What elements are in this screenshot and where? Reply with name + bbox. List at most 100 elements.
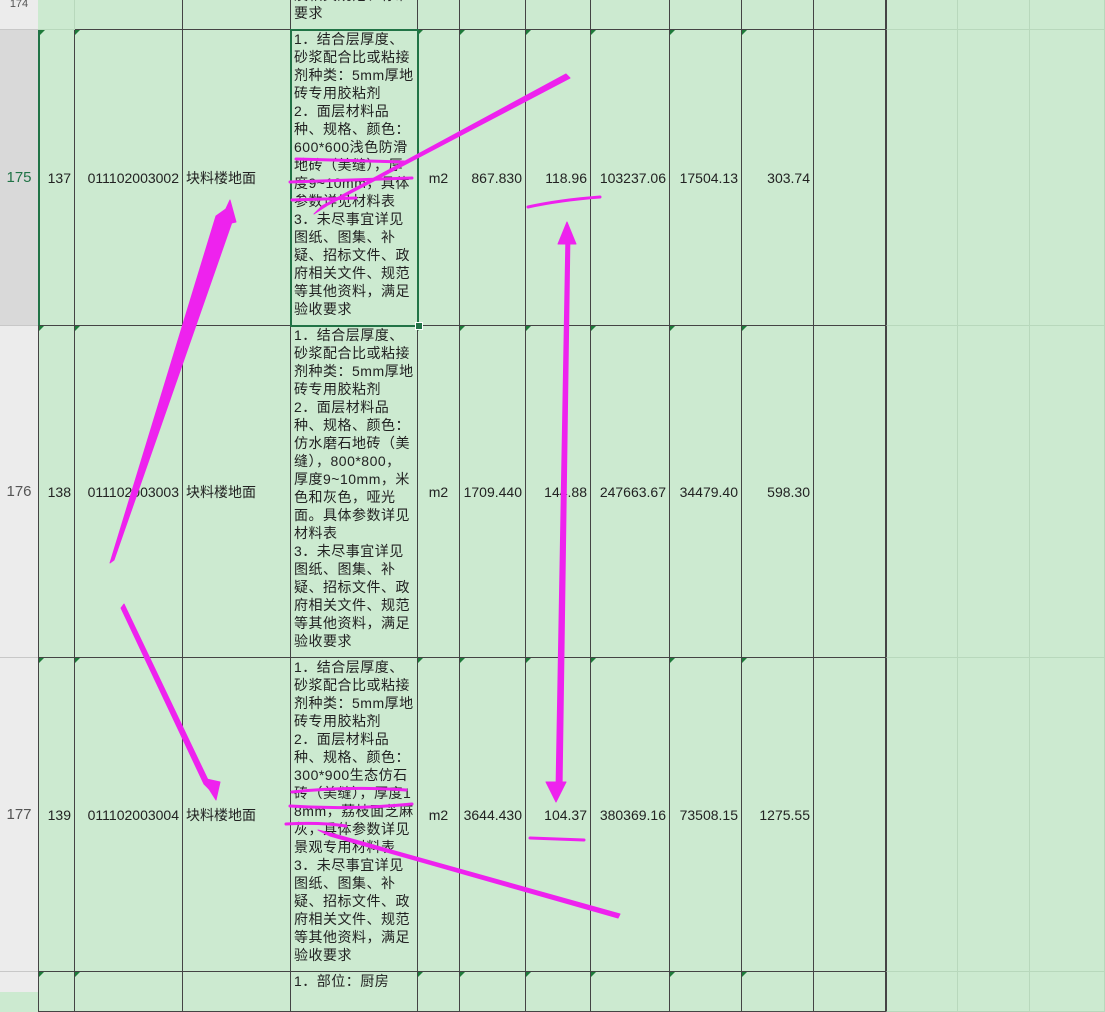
empty-cell[interactable]: [886, 30, 958, 326]
empty-cell[interactable]: [958, 326, 1030, 658]
cost2-cell[interactable]: 303.74: [742, 30, 814, 326]
total-cell[interactable]: 103237.06: [591, 30, 670, 326]
empty-cell[interactable]: [958, 658, 1030, 972]
code-cell[interactable]: 011102003003: [75, 326, 183, 658]
row-number: 176: [6, 483, 32, 500]
empty-cell[interactable]: [958, 0, 1030, 30]
cost1-value: 17504.13: [679, 169, 738, 186]
price-cell[interactable]: 144.88: [526, 326, 591, 658]
empty-cell[interactable]: [1030, 30, 1105, 326]
empty-cell[interactable]: [886, 0, 958, 30]
extra-cell[interactable]: [814, 658, 886, 972]
extra-cell[interactable]: [814, 326, 886, 658]
empty-cell[interactable]: [1030, 658, 1105, 972]
cost1-cell[interactable]: [670, 0, 742, 30]
name-cell[interactable]: [183, 972, 291, 1012]
cost1-value: 34479.40: [679, 483, 738, 500]
code-cell[interactable]: [183, 0, 291, 30]
spreadsheet-grid: 174 及相关规范、标准 要求 175 137 011102003002 块料楼…: [0, 0, 1105, 1012]
qty-value: 1709.440: [463, 483, 522, 500]
seq-cell[interactable]: 137: [38, 30, 75, 326]
description-text: 1．结合层厚度、砂浆配合比或粘接剂种类：5mm厚地砖专用胶粘剂 2．面层材料品种…: [294, 659, 414, 963]
table-row[interactable]: 137 011102003002 块料楼地面 1．结合层厚度、砂浆配合比或粘接剂…: [38, 30, 1105, 326]
seq-cell[interactable]: 139: [38, 658, 75, 972]
unit-cell[interactable]: [418, 0, 460, 30]
qty-cell[interactable]: [460, 0, 526, 30]
total-cell[interactable]: [591, 0, 670, 30]
empty-cell[interactable]: [1030, 972, 1105, 1012]
table-row[interactable]: 及相关规范、标准 要求: [38, 0, 1105, 30]
name-cell[interactable]: 块料楼地面: [183, 326, 291, 658]
table-row[interactable]: 138 011102003003 块料楼地面 1．结合层厚度、砂浆配合比或粘接剂…: [38, 326, 1105, 658]
code-value: 011102003004: [87, 806, 179, 823]
row-number: 175: [6, 169, 32, 186]
description-cell[interactable]: 1．结合层厚度、砂浆配合比或粘接剂种类：5mm厚地砖专用胶粘剂 2．面层材料品种…: [291, 658, 418, 972]
row-header-174[interactable]: 174: [0, 0, 38, 30]
code-cell[interactable]: 011102003002: [75, 30, 183, 326]
description-cell[interactable]: 1．部位：厨房: [291, 972, 418, 1012]
total-cell[interactable]: 380369.16: [591, 658, 670, 972]
row-header-176[interactable]: 176: [0, 326, 38, 658]
price-cell[interactable]: 104.37: [526, 658, 591, 972]
qty-value: 867.830: [471, 169, 522, 186]
qty-cell[interactable]: 1709.440: [460, 326, 526, 658]
empty-cell[interactable]: [886, 326, 958, 658]
empty-cell[interactable]: [1030, 326, 1105, 658]
empty-cell[interactable]: [958, 972, 1030, 1012]
seq-cell[interactable]: [38, 972, 75, 1012]
cost1-cell[interactable]: 34479.40: [670, 326, 742, 658]
row-number: 177: [6, 806, 32, 823]
seq-value: 138: [47, 483, 71, 500]
row-header-178[interactable]: [0, 972, 38, 992]
cost1-cell[interactable]: [670, 972, 742, 1012]
seq-cell[interactable]: 138: [38, 326, 75, 658]
price-cell[interactable]: 118.96: [526, 30, 591, 326]
qty-cell[interactable]: 3644.430: [460, 658, 526, 972]
price-cell[interactable]: [526, 972, 591, 1012]
cost1-cell[interactable]: 17504.13: [670, 30, 742, 326]
row-header-175[interactable]: 175: [0, 30, 38, 326]
cost2-value: 598.30: [767, 483, 810, 500]
code-value: 011102003003: [87, 483, 179, 500]
unit-cell[interactable]: [418, 972, 460, 1012]
table-row[interactable]: 139 011102003004 块料楼地面 1．结合层厚度、砂浆配合比或粘接剂…: [38, 658, 1105, 972]
total-value: 380369.16: [599, 806, 666, 823]
cost2-cell[interactable]: [742, 972, 814, 1012]
extra-cell[interactable]: [814, 0, 886, 30]
qty-cell[interactable]: 867.830: [460, 30, 526, 326]
cost2-value: 1275.55: [759, 806, 810, 823]
code-cell[interactable]: 011102003004: [75, 658, 183, 972]
unit-cell[interactable]: m2: [418, 30, 460, 326]
cost2-cell[interactable]: [742, 0, 814, 30]
total-cell[interactable]: [591, 972, 670, 1012]
empty-cell[interactable]: [886, 972, 958, 1012]
extra-cell[interactable]: [814, 972, 886, 1012]
description-cell[interactable]: 1．结合层厚度、砂浆配合比或粘接剂种类：5mm厚地砖专用胶粘剂 2．面层材料品种…: [291, 30, 418, 326]
cost2-cell[interactable]: 1275.55: [742, 658, 814, 972]
empty-cell[interactable]: [886, 658, 958, 972]
total-cell[interactable]: 247663.67: [591, 326, 670, 658]
empty-cell[interactable]: [38, 0, 75, 30]
row-header-177[interactable]: 177: [0, 658, 38, 972]
seq-value: 139: [47, 806, 71, 823]
unit-cell[interactable]: m2: [418, 658, 460, 972]
empty-cell[interactable]: [958, 30, 1030, 326]
name-cell[interactable]: 块料楼地面: [183, 658, 291, 972]
table-row[interactable]: 1．部位：厨房: [38, 972, 1105, 1012]
unit-cell[interactable]: m2: [418, 326, 460, 658]
code-cell[interactable]: [75, 972, 183, 1012]
description-cell[interactable]: 1．结合层厚度、砂浆配合比或粘接剂种类：5mm厚地砖专用胶粘剂 2．面层材料品种…: [291, 326, 418, 658]
description-cell[interactable]: 及相关规范、标准 要求: [291, 0, 418, 30]
fill-handle[interactable]: [415, 322, 423, 330]
cost1-value: 73508.15: [679, 806, 738, 823]
cost2-cell[interactable]: 598.30: [742, 326, 814, 658]
seq-cell[interactable]: [75, 0, 183, 30]
qty-value: 3644.430: [463, 806, 522, 823]
qty-cell[interactable]: [460, 972, 526, 1012]
empty-cell[interactable]: [1030, 0, 1105, 30]
extra-cell[interactable]: [814, 30, 886, 326]
name-cell[interactable]: 块料楼地面: [183, 30, 291, 326]
price-cell[interactable]: [526, 0, 591, 30]
cost1-cell[interactable]: 73508.15: [670, 658, 742, 972]
total-value: 103237.06: [599, 169, 666, 186]
